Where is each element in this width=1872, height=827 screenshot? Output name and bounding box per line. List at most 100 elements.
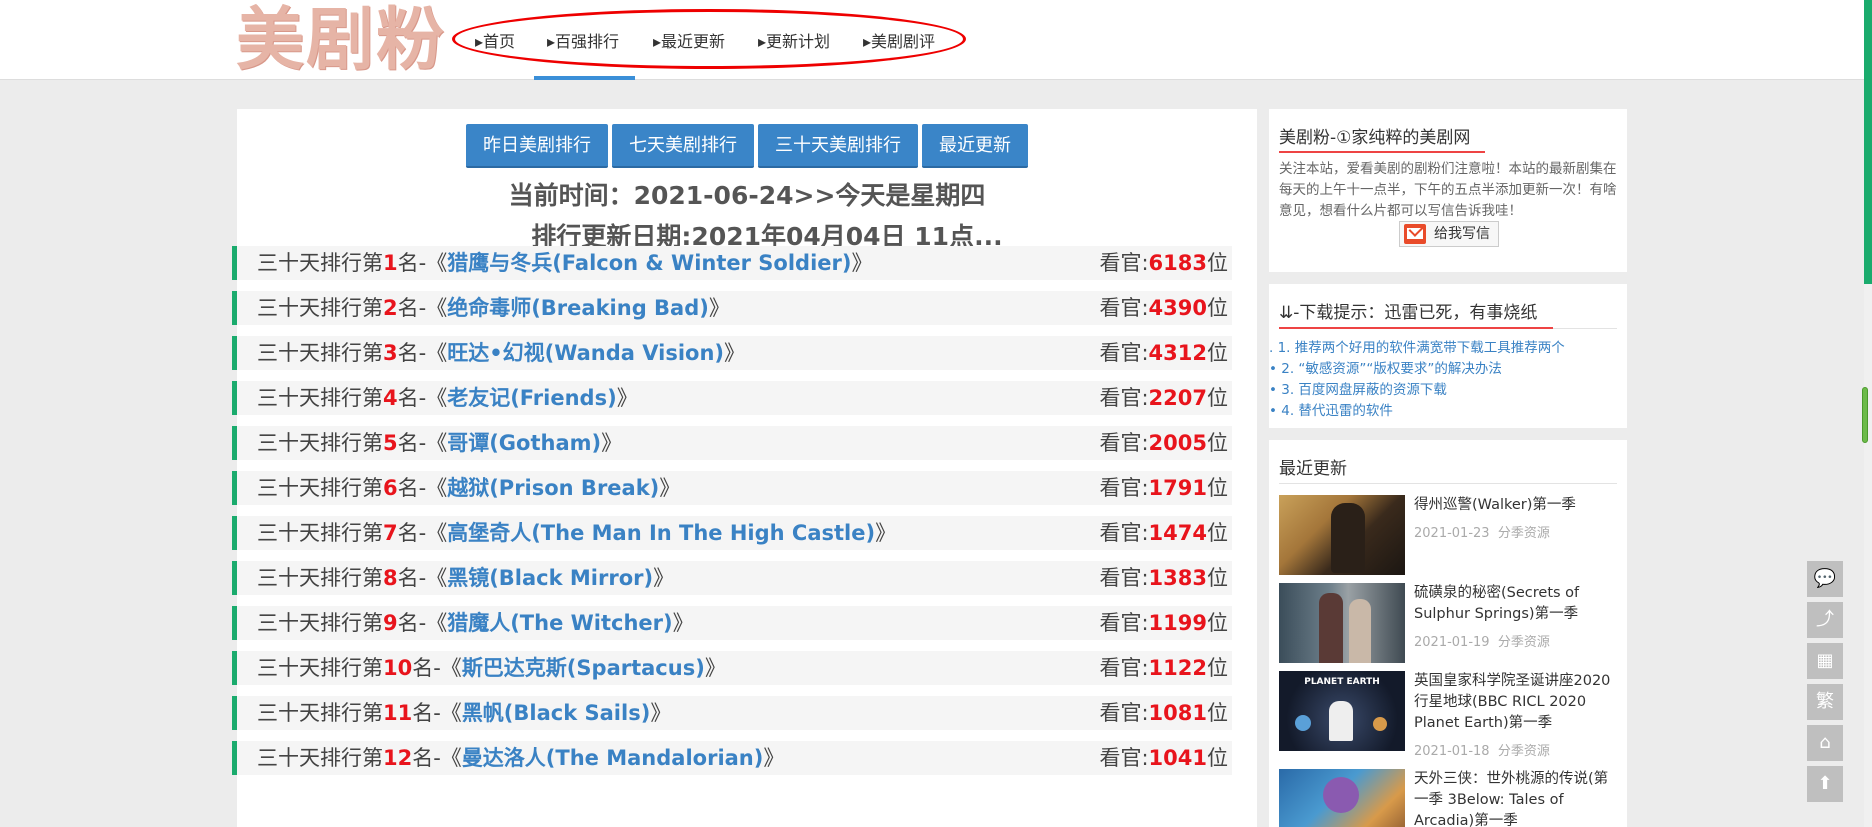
- current-time: 当前时间：2021-06-24>>今天是星期四: [508, 181, 986, 210]
- home-icon[interactable]: ⌂: [1807, 725, 1843, 761]
- back-to-top-icon[interactable]: ⬆: [1807, 766, 1843, 802]
- views-label: 看官:: [1099, 341, 1149, 365]
- tab-yesterday[interactable]: 昨日美剧排行: [466, 124, 608, 168]
- ranking-prefix: 三十天排行第: [257, 431, 383, 455]
- ranking-show-link[interactable]: 哥谭(Gotham): [447, 431, 601, 455]
- recent-thumbnail[interactable]: [1279, 769, 1405, 827]
- ranking-row: 三十天排行第10名-《斯巴达克斯(Spartacus)》 看官:1122位: [232, 651, 1232, 685]
- ranking-views: 看官:1081位: [1099, 696, 1228, 730]
- comment-icon[interactable]: 💬: [1807, 561, 1843, 597]
- nav-update-schedule[interactable]: ▸更新计划: [758, 28, 830, 52]
- ranking-show-link[interactable]: 黑镜(Black Mirror): [447, 566, 653, 590]
- recent-item-title[interactable]: 得州巡警(Walker)第一季: [1414, 495, 1619, 516]
- thumb-figure: [1331, 503, 1365, 573]
- site-logo[interactable]: 美剧粉: [236, 2, 446, 78]
- ranking-suffix: 》: [704, 656, 726, 680]
- download-tip-item[interactable]: • 4. 替代迅雷的软件: [1269, 399, 1393, 419]
- ranking-label: 三十天排行第9名-《猎魔人(The Witcher)》: [257, 606, 694, 640]
- recent-item[interactable]: 硫磺泉的秘密(Secrets of Sulphur Springs)第一季 20…: [1279, 583, 1619, 663]
- write-to-me-label: 给我写信: [1434, 226, 1490, 242]
- recent-item-title[interactable]: 天外三侠：世外桃源的传说(第一季 3Below: Tales of Arcadi…: [1414, 769, 1619, 827]
- ranking-views: 看官:4390位: [1099, 291, 1228, 325]
- nav-top100[interactable]: ▸百强排行: [547, 28, 619, 52]
- ranking-prefix: 三十天排行第: [257, 341, 383, 365]
- tab-recent-updates[interactable]: 最近更新: [922, 124, 1028, 168]
- recent-item[interactable]: PLANET EARTH 英国皇家科学院圣诞讲座2020行星地球(BBC RIC…: [1279, 671, 1619, 759]
- ranking-show-link[interactable]: 旺达•幻视(Wanda Vision): [447, 341, 724, 365]
- ranking-views: 看官:2005位: [1099, 426, 1228, 460]
- tab-seven-days[interactable]: 七天美剧排行: [612, 124, 754, 168]
- ranking-views: 看官:4312位: [1099, 336, 1228, 370]
- ranking-suffix: 》: [659, 476, 681, 500]
- ranking-show-link[interactable]: 越狱(Prison Break): [447, 476, 659, 500]
- views-unit: 位: [1207, 341, 1228, 365]
- recent-updates-title: 最近更新: [1279, 459, 1347, 479]
- recent-item[interactable]: 得州巡警(Walker)第一季 2021-01-23 分季资源: [1279, 495, 1619, 575]
- views-label: 看官:: [1099, 431, 1149, 455]
- recent-thumbnail[interactable]: [1279, 495, 1405, 575]
- ranking-label: 三十天排行第3名-《旺达•幻视(Wanda Vision)》: [257, 336, 745, 370]
- tab-thirty-days[interactable]: 三十天美剧排行: [758, 124, 918, 168]
- ranking-suffix: 》: [708, 296, 730, 320]
- views-unit: 位: [1207, 296, 1228, 320]
- ranking-label: 三十天排行第12名-《曼达洛人(The Mandalorian)》: [257, 741, 784, 775]
- ranking-show-link[interactable]: 绝命毒师(Breaking Bad): [447, 296, 709, 320]
- mini-scroll-indicator[interactable]: [1862, 387, 1868, 443]
- traditional-chinese-icon[interactable]: 繁: [1807, 684, 1843, 720]
- ranking-show-link[interactable]: 高堡奇人(The Man In The High Castle): [447, 521, 875, 545]
- ranking-row: 三十天排行第11名-《黑帆(Black Sails)》 看官:1081位: [232, 696, 1232, 730]
- ranking-show-link[interactable]: 猎魔人(The Witcher): [447, 611, 672, 635]
- ranking-number: 1: [383, 251, 398, 275]
- ranking-suffix: 》: [616, 386, 638, 410]
- nav-home[interactable]: ▸首页: [475, 28, 515, 52]
- recent-thumbnail[interactable]: PLANET EARTH: [1279, 671, 1405, 751]
- ranking-mid: 名-《: [397, 251, 448, 275]
- download-tip-item[interactable]: • 2. “敏感资源”“版权要求”的解决办法: [1269, 357, 1502, 377]
- ranking-mid: 名-《: [397, 386, 448, 410]
- ranking-number: 11: [383, 701, 413, 725]
- recent-item-title[interactable]: 英国皇家科学院圣诞讲座2020行星地球(BBC RICL 2020 Planet…: [1414, 671, 1619, 734]
- ranking-mid: 名-《: [412, 656, 462, 680]
- download-tip-item[interactable]: • 3. 百度网盘屏蔽的资源下载: [1269, 378, 1447, 398]
- ranking-number: 7: [383, 521, 398, 545]
- ranking-mid: 名-《: [397, 341, 448, 365]
- views-label: 看官:: [1099, 566, 1149, 590]
- ranking-number: 5: [383, 431, 398, 455]
- nav-recent-updates[interactable]: ▸最近更新: [653, 28, 725, 52]
- views-count: 1081: [1148, 701, 1207, 725]
- ranking-label: 三十天排行第8名-《黑镜(Black Mirror)》: [257, 561, 674, 595]
- ranking-suffix: 》: [763, 746, 785, 770]
- nav-reviews[interactable]: ▸美剧剧评: [863, 28, 935, 52]
- ranking-mid: 名-《: [397, 296, 448, 320]
- write-to-me-button[interactable]: 给我写信: [1399, 221, 1499, 247]
- ranking-show-link[interactable]: 斯巴达克斯(Spartacus): [462, 656, 705, 680]
- page-scrollbar-thumb[interactable]: [1864, 0, 1872, 284]
- ranking-prefix: 三十天排行第: [257, 386, 383, 410]
- ranking-mid: 名-《: [397, 521, 448, 545]
- recent-thumbnail[interactable]: [1279, 583, 1405, 663]
- thumb-figure: [1349, 599, 1371, 663]
- ranking-views: 看官:6183位: [1099, 246, 1228, 280]
- views-count: 6183: [1148, 251, 1207, 275]
- ranking-row: 三十天排行第1名-《猎鹰与冬兵(Falcon & Winter Soldier)…: [232, 246, 1232, 280]
- views-count: 1383: [1148, 566, 1207, 590]
- recent-item[interactable]: 天外三侠：世外桃源的传说(第一季 3Below: Tales of Arcadi…: [1279, 769, 1619, 827]
- mail-icon: [1404, 224, 1426, 244]
- ranking-show-link[interactable]: 黑帆(Black Sails): [462, 701, 651, 725]
- download-tip-item[interactable]: . 1. 推荐两个好用的软件满宽带下载工具推荐两个: [1269, 336, 1565, 356]
- main-content: 昨日美剧排行 七天美剧排行 三十天美剧排行 最近更新 当前时间：2021-06-…: [232, 109, 1257, 827]
- share-icon[interactable]: ⤴: [1807, 602, 1843, 638]
- about-text: 关注本站，爱看美剧的剧粉们注意啦！本站的最新剧集在每天的上午十一点半，下午的五点…: [1279, 161, 1617, 219]
- ranking-prefix: 三十天排行第: [257, 701, 383, 725]
- ranking-show-link[interactable]: 曼达洛人(The Mandalorian): [462, 746, 764, 770]
- ranking-show-link[interactable]: 老友记(Friends): [447, 386, 616, 410]
- qrcode-icon[interactable]: ▦: [1807, 643, 1843, 679]
- views-label: 看官:: [1099, 296, 1149, 320]
- download-tips-box: ⇊-下载提示：迅雷已死，有事烧纸 . 1. 推荐两个好用的软件满宽带下载工具推荐…: [1269, 284, 1627, 428]
- recent-item-meta: 2021-01-23 分季资源: [1414, 522, 1550, 541]
- ranking-row: 三十天排行第3名-《旺达•幻视(Wanda Vision)》 看官:4312位: [232, 336, 1232, 370]
- recent-item-title[interactable]: 硫磺泉的秘密(Secrets of Sulphur Springs)第一季: [1414, 583, 1619, 625]
- ranking-views: 看官:1383位: [1099, 561, 1228, 595]
- ranking-show-link[interactable]: 猎鹰与冬兵(Falcon & Winter Soldier): [447, 251, 851, 275]
- recent-updates-box: 最近更新 得州巡警(Walker)第一季 2021-01-23 分季资源 硫磺泉…: [1269, 440, 1627, 827]
